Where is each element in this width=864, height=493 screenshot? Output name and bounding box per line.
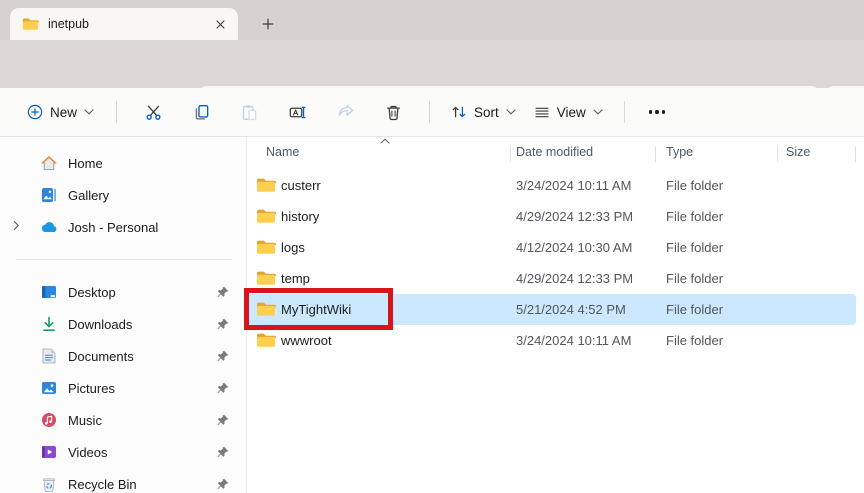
tab-inetpub[interactable]: inetpub: [10, 8, 238, 40]
share-button[interactable]: [325, 95, 365, 129]
sidebar-item-downloads[interactable]: Downloads: [0, 308, 246, 340]
close-tab-icon[interactable]: [210, 14, 230, 34]
rename-button[interactable]: [277, 95, 317, 129]
rename-icon: [289, 104, 306, 121]
file-row-logs[interactable]: logs 4/12/2024 10:30 AM File folder: [247, 232, 856, 263]
paste-icon: [241, 104, 258, 121]
folder-icon: [256, 301, 276, 317]
sidebar-item-home[interactable]: Home: [0, 147, 246, 179]
chevron-down-icon: [593, 109, 603, 115]
copy-button[interactable]: [181, 95, 221, 129]
file-row-wwwroot[interactable]: wwwroot 3/24/2024 10:11 AM File folder: [247, 325, 856, 356]
sort-button[interactable]: Sort: [442, 96, 525, 128]
file-row-custerr[interactable]: custerr 3/24/2024 10:11 AM File folder: [247, 170, 856, 201]
plus-circle-icon: [27, 104, 43, 120]
file-explorer-window: inetpub This PC Windows (C:) inetpub Sea…: [0, 0, 864, 493]
sidebar-item-documents[interactable]: Documents: [0, 340, 246, 372]
column-divider[interactable]: [655, 146, 656, 162]
chevron-down-icon: [506, 109, 516, 115]
column-header-type[interactable]: Type: [666, 145, 693, 159]
recycle-bin-icon: [40, 475, 58, 493]
onedrive-cloud-icon: [40, 218, 58, 236]
desktop-icon: [40, 283, 58, 301]
folder-icon: [256, 208, 276, 224]
pin-icon: [216, 381, 230, 395]
sidebar-item-desktop[interactable]: Desktop: [0, 276, 246, 308]
paste-button[interactable]: [229, 95, 269, 129]
command-toolbar: New Sort View: [0, 88, 864, 137]
column-header-size[interactable]: Size: [786, 145, 810, 159]
sidebar-item-videos[interactable]: Videos: [0, 436, 246, 468]
folder-icon: [256, 177, 276, 193]
folder-icon: [256, 270, 276, 286]
toolbar-divider: [116, 101, 117, 123]
folder-icon: [256, 332, 276, 348]
sidebar: Home Gallery Josh - Personal Desktop Dow…: [0, 137, 247, 493]
sidebar-item-recycle-bin[interactable]: Recycle Bin: [0, 468, 246, 493]
downloads-icon: [40, 315, 58, 333]
cut-icon: [145, 104, 162, 121]
file-row-history[interactable]: history 4/29/2024 12:33 PM File folder: [247, 201, 856, 232]
file-row-temp[interactable]: temp 4/29/2024 12:33 PM File folder: [247, 263, 856, 294]
chevron-down-icon: [84, 109, 94, 115]
sidebar-divider: [16, 259, 232, 260]
file-list: Name Date modified Type Size custerr 3/2…: [247, 137, 864, 493]
pin-icon: [216, 285, 230, 299]
tab-title: inetpub: [48, 17, 89, 31]
gallery-icon: [40, 186, 58, 204]
folder-icon: [256, 239, 276, 255]
home-icon: [40, 154, 58, 172]
column-headers: Name Date modified Type Size: [247, 137, 864, 170]
toolbar-divider: [624, 101, 625, 123]
pin-icon: [216, 477, 230, 491]
toolbar-divider: [429, 101, 430, 123]
pin-icon: [216, 317, 230, 331]
sidebar-item-music[interactable]: Music: [0, 404, 246, 436]
pin-icon: [216, 413, 230, 427]
pin-icon: [216, 349, 230, 363]
view-lines-icon: [534, 104, 550, 120]
documents-icon: [40, 347, 58, 365]
titlebar: inetpub: [0, 0, 864, 40]
sidebar-item-pictures[interactable]: Pictures: [0, 372, 246, 404]
view-button[interactable]: View: [525, 96, 612, 128]
more-options-button[interactable]: [637, 96, 678, 128]
sort-ascending-icon: [380, 138, 390, 144]
pin-icon: [216, 445, 230, 459]
column-divider[interactable]: [855, 146, 856, 162]
delete-button[interactable]: [373, 95, 413, 129]
file-row-mytightwiki[interactable]: MyTightWiki 5/21/2024 4:52 PM File folde…: [247, 294, 856, 325]
folder-icon: [22, 17, 39, 31]
column-divider[interactable]: [777, 146, 778, 162]
new-button[interactable]: New: [17, 96, 104, 128]
music-icon: [40, 411, 58, 429]
sidebar-item-onedrive-personal[interactable]: Josh - Personal: [0, 211, 246, 243]
chevron-right-icon[interactable]: [13, 220, 20, 231]
sort-arrows-icon: [451, 104, 467, 120]
column-divider[interactable]: [510, 146, 511, 162]
column-header-name[interactable]: Name: [266, 145, 299, 159]
new-tab-button[interactable]: [256, 12, 280, 36]
column-header-date-modified[interactable]: Date modified: [516, 145, 593, 159]
sidebar-item-gallery[interactable]: Gallery: [0, 179, 246, 211]
delete-icon: [385, 104, 402, 121]
pictures-icon: [40, 379, 58, 397]
copy-icon: [193, 104, 210, 121]
cut-button[interactable]: [133, 95, 173, 129]
navigation-bar: This PC Windows (C:) inetpub Sea: [0, 40, 864, 88]
videos-icon: [40, 443, 58, 461]
share-icon: [337, 104, 354, 121]
